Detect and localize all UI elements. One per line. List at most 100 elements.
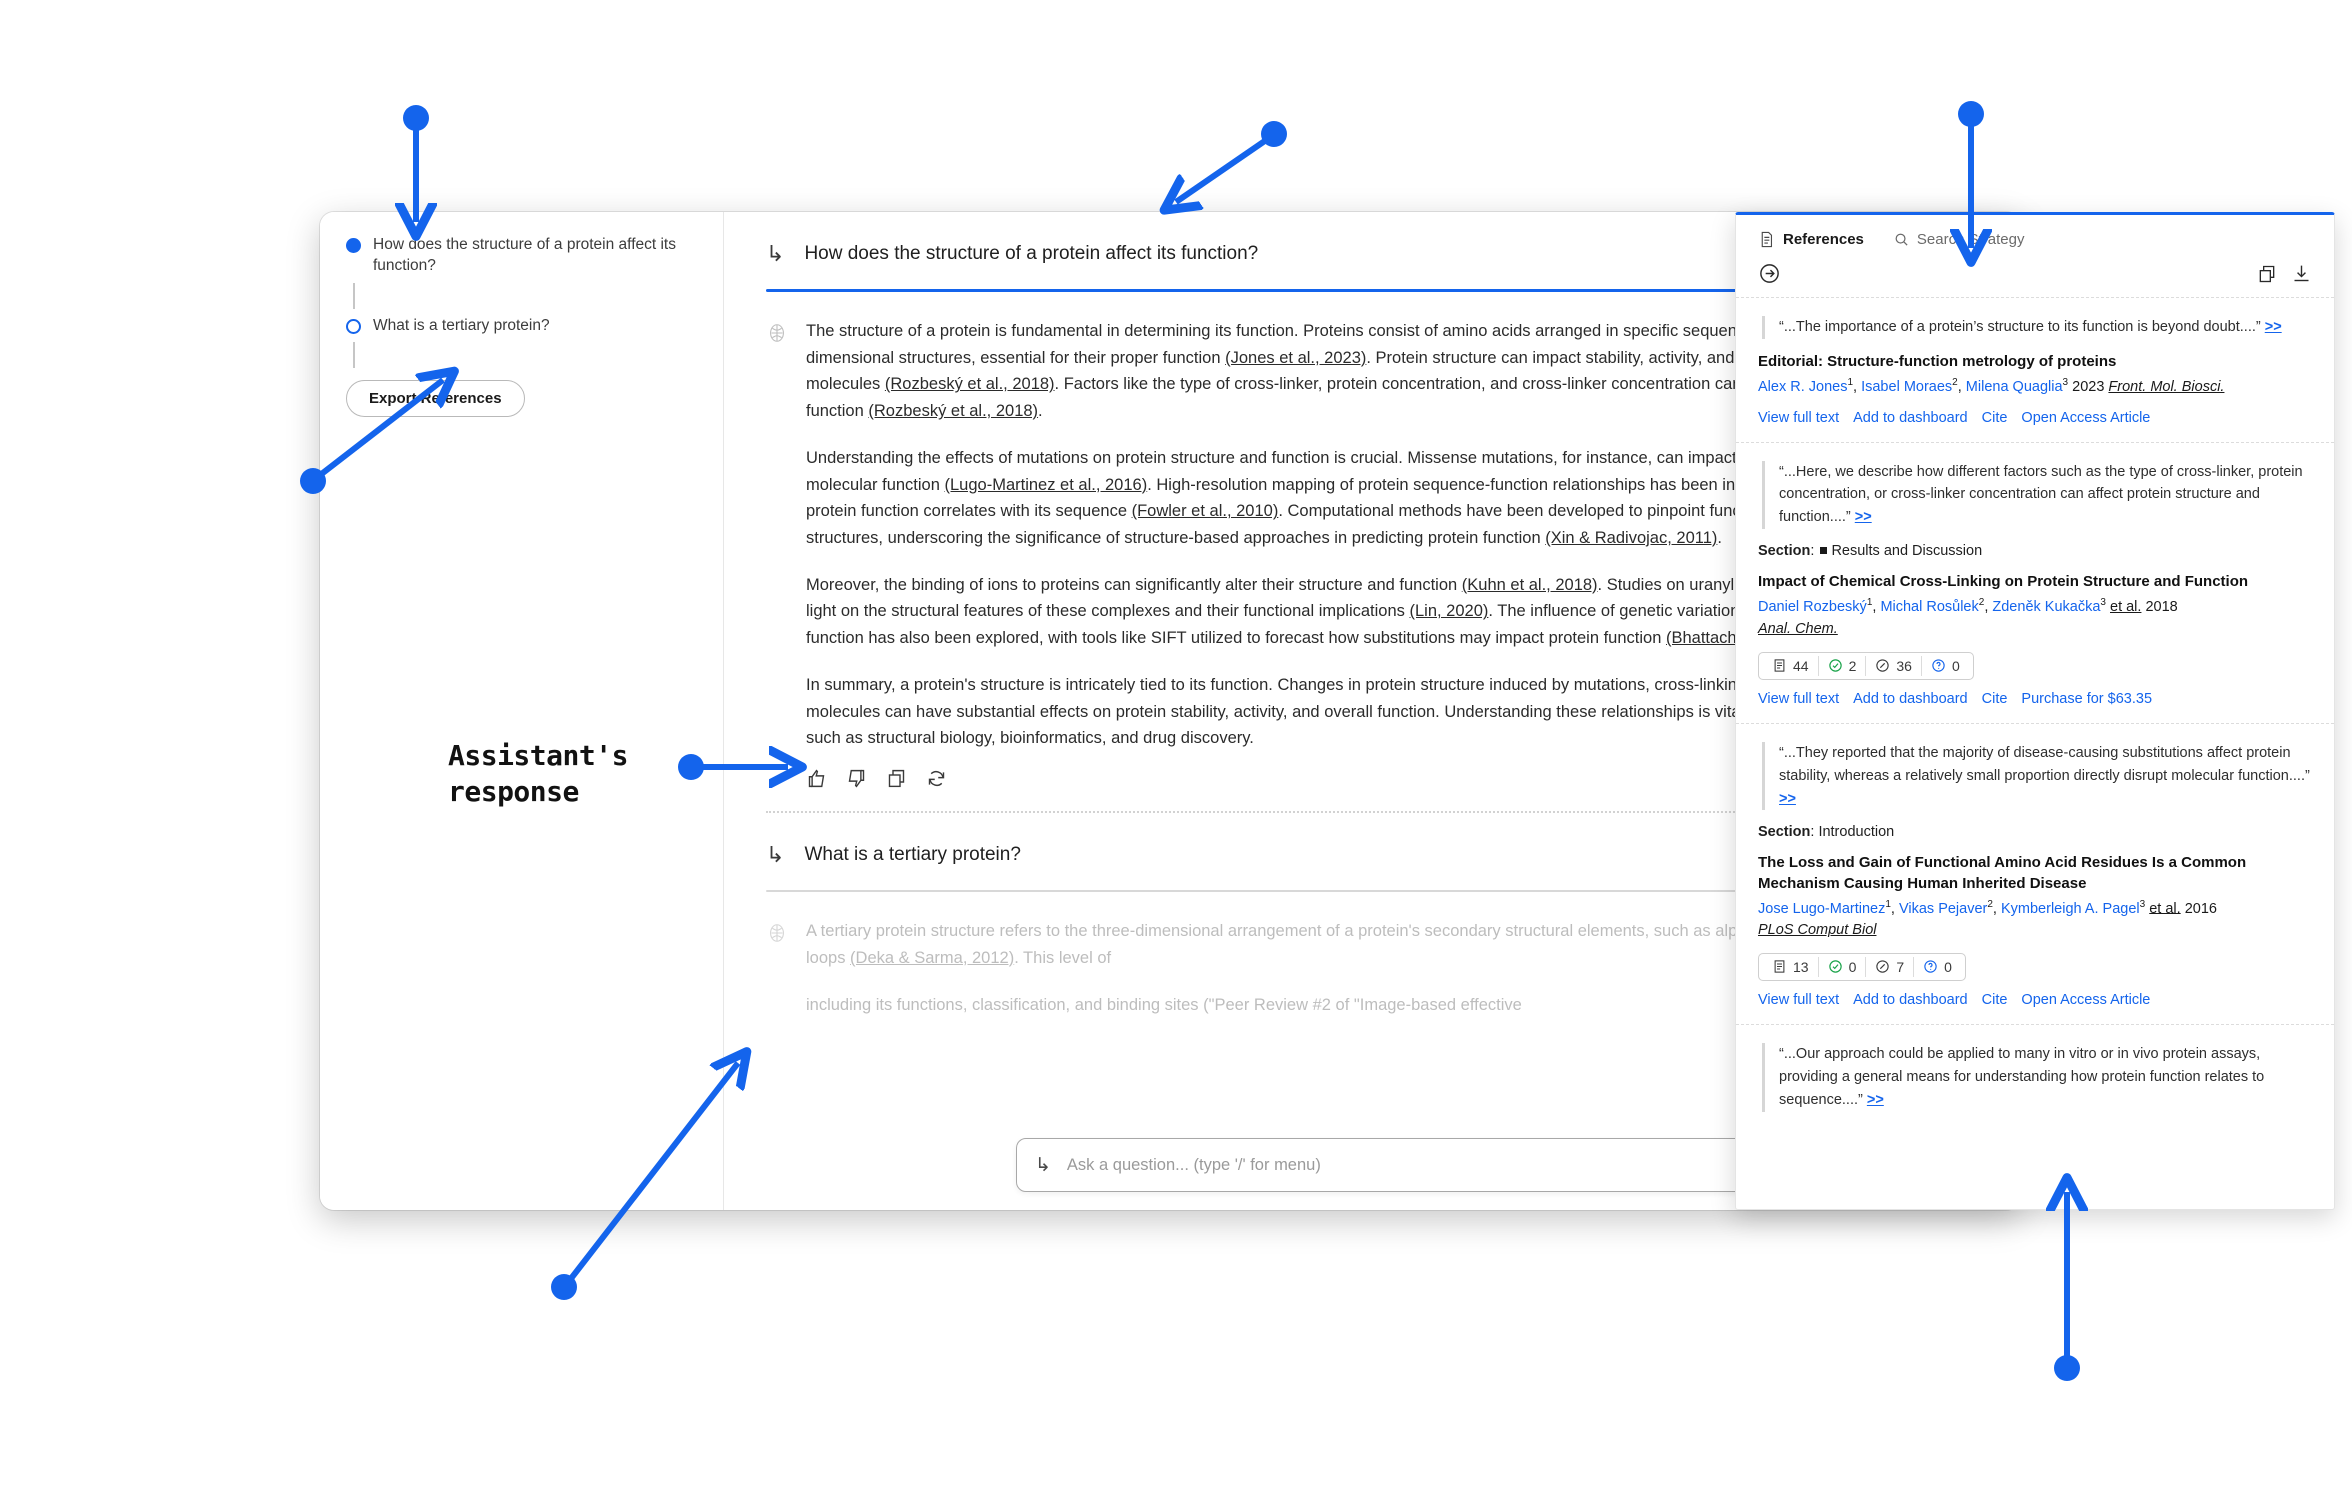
inline-citation[interactable]: (Fowler et al., 2010) xyxy=(1132,502,1279,520)
metric-value: 44 xyxy=(1793,657,1809,674)
ask-question-input[interactable] xyxy=(1066,1155,1843,1175)
metric-mentioning[interactable]: 36 xyxy=(1865,655,1921,676)
reference-journal: PLoS Comput Biol xyxy=(1758,922,1877,939)
author-link[interactable]: Kymberleigh A. Pagel xyxy=(2001,900,2140,916)
metric-contrasting[interactable]: 0 xyxy=(1920,655,1969,676)
section-marker-icon xyxy=(1820,547,1828,555)
outline-label: What is a tertiary protein? xyxy=(373,316,550,334)
arrow-right-circle-icon[interactable] xyxy=(1758,262,1781,285)
metric-value: 0 xyxy=(1848,958,1857,975)
author-link[interactable]: Vikas Pejaver xyxy=(1899,900,1987,916)
author-link[interactable]: Jose Lugo-Martinez xyxy=(1758,900,1885,916)
document-icon xyxy=(1774,659,1785,672)
reference-title[interactable]: Impact of Chemical Cross-Linking on Prot… xyxy=(1758,572,2312,592)
sidebar-item-question-1[interactable]: How does the structure of a protein affe… xyxy=(346,234,697,277)
reference-title[interactable]: The Loss and Gain of Functional Amino Ac… xyxy=(1758,853,2312,893)
author-link[interactable]: Daniel Rozbeský xyxy=(1758,599,1867,615)
inline-citation[interactable]: (Jones et al., 2023) xyxy=(1225,349,1366,367)
reference-actions: View full text Add to dashboard Cite Pur… xyxy=(1758,691,2312,707)
slash-circle-icon xyxy=(1876,960,1890,974)
view-full-text-link[interactable]: View full text xyxy=(1758,410,1839,426)
reference-journal: Front. Mol. Biosci. xyxy=(2108,378,2225,395)
annotation-assistant-response: Assistant's response xyxy=(448,739,628,808)
tab-references[interactable]: References xyxy=(1758,231,1864,248)
question-arrow-icon: ↳ xyxy=(766,841,785,867)
metric-supporting[interactable]: 2 xyxy=(1817,655,1866,676)
metric-value: 7 xyxy=(1896,958,1905,975)
et-al-label: et al. xyxy=(2110,599,2142,616)
metric-value: 0 xyxy=(1951,657,1960,674)
metric-citations[interactable]: 44 xyxy=(1763,656,1818,676)
tab-label: Search Strategy xyxy=(1916,231,2025,248)
view-full-text-link[interactable]: View full text xyxy=(1758,992,1839,1008)
inline-citation[interactable]: (Lin, 2020) xyxy=(1410,602,1489,620)
copy-icon[interactable] xyxy=(2257,264,2277,284)
reference-section: Section: Results and Discussion xyxy=(1758,543,1983,560)
add-to-dashboard-link[interactable]: Add to dashboard xyxy=(1853,410,1967,426)
inline-citation[interactable]: (Rozbeský et al., 2018) xyxy=(885,375,1055,393)
reference-year: 2016 xyxy=(2184,900,2217,917)
reference-metrics: 13 0 7 0 xyxy=(1758,952,1966,981)
outline-bullet-active-icon xyxy=(346,238,361,253)
assistant-brain-icon xyxy=(766,922,788,1018)
cite-link[interactable]: Cite xyxy=(1982,691,2008,707)
reference-item: “...The importance of a protein’s struct… xyxy=(1736,297,2334,442)
reference-title[interactable]: Editorial: Structure-function metrology … xyxy=(1758,352,2312,372)
metric-value: 13 xyxy=(1793,958,1809,975)
reference-quote: “...Our approach could be applied to man… xyxy=(1762,1042,2312,1112)
access-link[interactable]: Open Access Article xyxy=(2021,410,2150,426)
add-to-dashboard-link[interactable]: Add to dashboard xyxy=(1853,691,1967,707)
conversation-outline-sidebar: How does the structure of a protein affe… xyxy=(320,212,724,1210)
author-link[interactable]: Zdeněk Kukačka xyxy=(1992,599,2100,615)
download-icon[interactable] xyxy=(2291,263,2312,284)
cite-link[interactable]: Cite xyxy=(1982,992,2008,1008)
reference-quote: “...The importance of a protein’s struct… xyxy=(1762,316,2312,339)
metric-citations[interactable]: 13 xyxy=(1763,957,1818,977)
export-references-button[interactable]: Export References xyxy=(346,380,525,418)
inline-citation[interactable]: (Rozbeský et al., 2018) xyxy=(868,402,1038,420)
author-link[interactable]: Isabel Moraes xyxy=(1861,379,1952,395)
author-link[interactable]: Alex R. Jones xyxy=(1758,379,1847,395)
copy-icon[interactable] xyxy=(886,768,907,789)
quote-text: “...Our approach could be applied to man… xyxy=(1779,1045,2265,1108)
reference-authors: Jose Lugo-Martinez1, Vikas Pejaver2, Kym… xyxy=(1758,898,2217,939)
thumbs-down-icon[interactable] xyxy=(846,768,867,789)
add-to-dashboard-link[interactable]: Add to dashboard xyxy=(1853,992,1967,1008)
expand-quote-link[interactable]: >> xyxy=(2265,319,2282,335)
inline-citation[interactable]: (Deka & Sarma, 2012) xyxy=(850,949,1014,967)
inline-citation[interactable]: (Xin & Radivojac, 2011) xyxy=(1545,529,1717,547)
metric-contrasting[interactable]: 0 xyxy=(1913,956,1961,977)
tab-search-strategy[interactable]: Search Strategy xyxy=(1894,231,2025,248)
metric-mentioning[interactable]: 7 xyxy=(1865,956,1913,977)
reference-item: “...Here, we describe how different fact… xyxy=(1736,441,2334,723)
expand-quote-link[interactable]: >> xyxy=(1867,1092,1884,1108)
inline-citation[interactable]: (Lugo-Martinez et al., 2016) xyxy=(945,476,1148,494)
inline-citation[interactable]: (Kuhn et al., 2018) xyxy=(1462,576,1598,594)
metric-value: 2 xyxy=(1848,657,1857,674)
author-link[interactable]: Milena Quaglia xyxy=(1966,379,2063,395)
reference-year: 2018 xyxy=(2145,599,2178,616)
sidebar-item-question-2[interactable]: What is a tertiary protein? xyxy=(346,315,697,336)
expand-quote-link[interactable]: >> xyxy=(1779,791,1796,807)
section-label: Section xyxy=(1758,824,1811,841)
screenshot-stage: How does the structure of a protein affe… xyxy=(0,0,2352,1491)
reference-metrics: 44 2 36 0 xyxy=(1758,651,1974,680)
document-icon xyxy=(1761,231,1773,248)
question-circle-icon xyxy=(1932,659,1945,672)
references-tabs: References Search Strategy xyxy=(1736,215,2334,258)
author-link[interactable]: Michal Rosůlek xyxy=(1880,599,1978,615)
access-link[interactable]: Open Access Article xyxy=(2021,992,2150,1008)
reference-quote: “...Here, we describe how different fact… xyxy=(1762,460,2312,530)
view-full-text-link[interactable]: View full text xyxy=(1758,691,1839,707)
reference-quote: “...They reported that the majority of d… xyxy=(1762,741,2312,811)
expand-quote-link[interactable]: >> xyxy=(1855,509,1872,525)
purchase-link[interactable]: Purchase for $63.35 xyxy=(2021,691,2152,707)
metric-value: 0 xyxy=(1944,958,1952,975)
reference-actions: View full text Add to dashboard Cite Ope… xyxy=(1758,410,2312,426)
metric-supporting[interactable]: 0 xyxy=(1817,956,1866,977)
thumbs-up-icon[interactable] xyxy=(806,768,827,789)
references-toolbar-actions xyxy=(2257,263,2312,284)
metric-value: 36 xyxy=(1896,657,1912,674)
cite-link[interactable]: Cite xyxy=(1982,410,2008,426)
regenerate-icon[interactable] xyxy=(926,768,947,789)
